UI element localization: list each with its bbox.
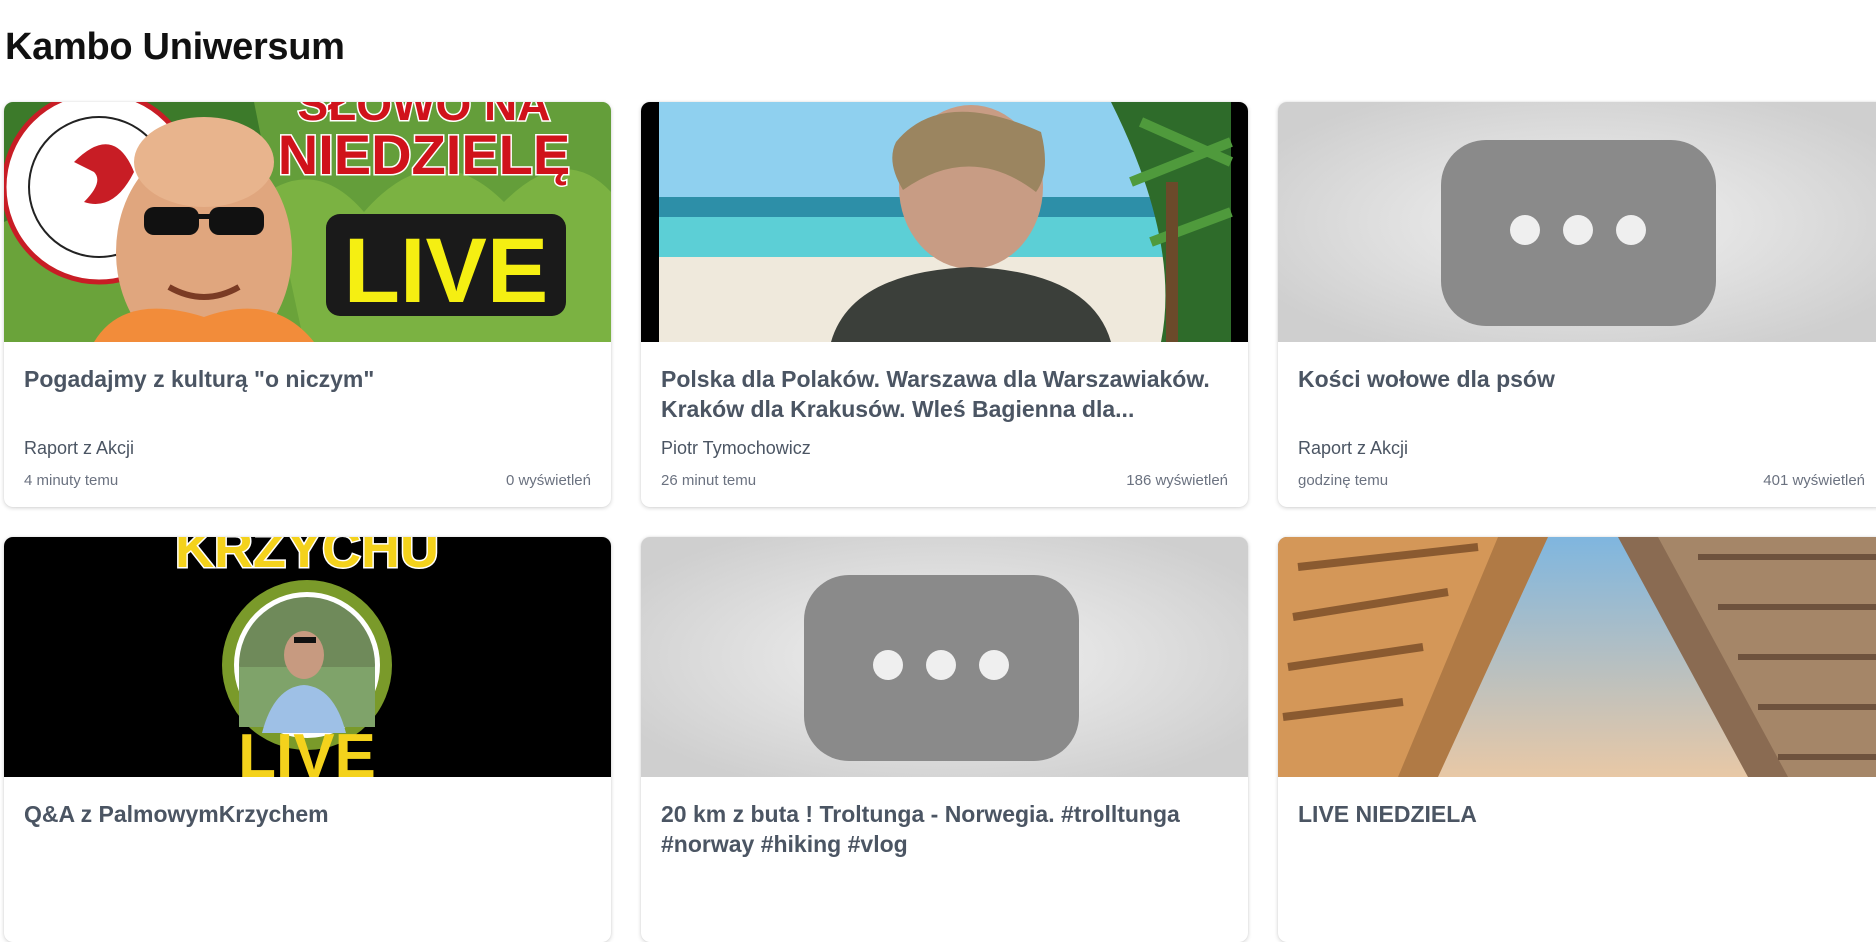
video-card[interactable]: Polska dla Polaków. Warszawa dla Warszaw… (641, 102, 1248, 507)
thumbnail-image: SŁOWO NA NIEDZIELĘ LIVE (4, 102, 611, 342)
thumbnail-placeholder (641, 537, 1248, 777)
video-thumbnail[interactable]: KRZYCHU LIVE (4, 537, 611, 777)
video-thumbnail[interactable] (1278, 102, 1876, 342)
upload-age: godzinę temu (1298, 472, 1389, 489)
video-thumbnail[interactable] (641, 102, 1248, 342)
channel-name[interactable]: Raport z Akcji (24, 438, 134, 459)
thumbnail-image: KRZYCHU LIVE (4, 537, 611, 777)
video-meta: 26 minut temu 186 wyświetleń (661, 472, 1228, 489)
video-info: 20 km z buta ! Troltunga - Norwegia. #tr… (641, 777, 1248, 942)
video-title[interactable]: Polska dla Polaków. Warszawa dla Warszaw… (661, 364, 1228, 424)
video-card[interactable]: Kości wołowe dla psów Raport z Akcji god… (1278, 102, 1876, 507)
section-title: Kambo Uniwersum (5, 26, 345, 68)
video-title[interactable]: LIVE NIEDZIELA (1298, 799, 1865, 859)
video-card[interactable]: 20 km z buta ! Troltunga - Norwegia. #tr… (641, 537, 1248, 942)
channel-name[interactable]: Raport z Akcji (1298, 438, 1408, 459)
video-info: LIVE NIEDZIELA (1278, 777, 1876, 942)
video-title[interactable]: Pogadajmy z kulturą "o niczym" (24, 364, 591, 424)
view-count: 0 wyświetleń (505, 472, 591, 489)
view-count: 186 wyświetleń (1126, 472, 1228, 489)
channel-name[interactable]: Piotr Tymochowicz (661, 438, 811, 459)
svg-text:LIVE: LIVE (238, 722, 376, 777)
video-title[interactable]: Kości wołowe dla psów (1298, 364, 1865, 424)
video-card[interactable]: KRZYCHU LIVE Q&A z PalmowymKrzychem (4, 537, 611, 942)
video-thumbnail[interactable]: SŁOWO NA NIEDZIELĘ LIVE (4, 102, 611, 342)
video-grid: SŁOWO NA NIEDZIELĘ LIVE Pogadajmy z kult… (4, 102, 1876, 942)
svg-text:KRZYCHU: KRZYCHU (175, 537, 439, 579)
video-thumbnail[interactable] (641, 537, 1248, 777)
view-count: 401 wyświetleń (1763, 472, 1865, 489)
video-info: Pogadajmy z kulturą "o niczym" Raport z … (4, 342, 611, 507)
video-info: Q&A z PalmowymKrzychem (4, 777, 611, 942)
video-info: Polska dla Polaków. Warszawa dla Warszaw… (641, 342, 1248, 507)
svg-text:LIVE: LIVE (344, 220, 548, 322)
upload-age: 4 minuty temu (24, 472, 119, 489)
thumbnail-placeholder (1278, 102, 1876, 342)
video-card[interactable]: SŁOWO NA NIEDZIELĘ LIVE Pogadajmy z kult… (4, 102, 611, 507)
thumbnail-image (641, 102, 1248, 342)
video-card[interactable]: LIVE NIEDZIELA (1278, 537, 1876, 942)
video-title[interactable]: Q&A z PalmowymKrzychem (24, 799, 591, 859)
upload-age: 26 minut temu (661, 472, 757, 489)
video-meta: 4 minuty temu 0 wyświetleń (24, 472, 591, 489)
video-title[interactable]: 20 km z buta ! Troltunga - Norwegia. #tr… (661, 799, 1228, 859)
thumbnail-image (1278, 537, 1876, 777)
video-meta: godzinę temu 401 wyświetleń (1298, 472, 1865, 489)
video-info: Kości wołowe dla psów Raport z Akcji god… (1278, 342, 1876, 507)
svg-text:NIEDZIELĘ: NIEDZIELĘ (278, 123, 570, 186)
video-thumbnail[interactable] (1278, 537, 1876, 777)
